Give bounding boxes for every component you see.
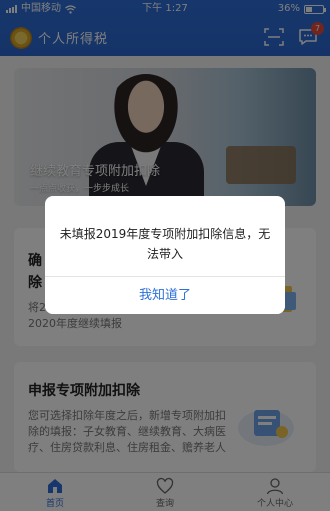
alert-dialog: 未填报2019年度专项附加扣除信息，无法带入 我知道了	[45, 196, 285, 314]
dialog-ok-button[interactable]: 我知道了	[45, 277, 285, 314]
dialog-message: 未填报2019年度专项附加扣除信息，无法带入	[59, 227, 271, 261]
